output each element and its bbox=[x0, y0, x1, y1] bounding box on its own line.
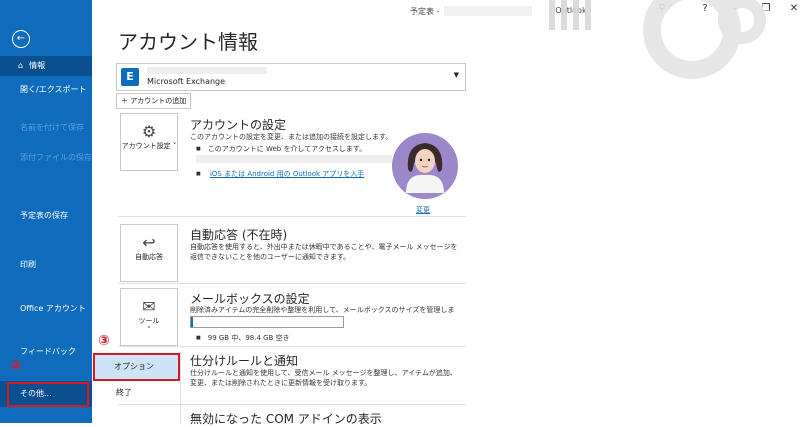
sidebar-item-open-export[interactable]: 開く/エクスポート bbox=[0, 84, 92, 95]
section-divider bbox=[118, 283, 466, 284]
account-selector[interactable]: E Microsoft Exchange ▼ bbox=[116, 63, 466, 91]
background-decoration bbox=[549, 0, 766, 79]
section-divider bbox=[118, 346, 466, 347]
add-account-button[interactable]: ＋ アカウントの追加 bbox=[116, 93, 192, 109]
mailbox-usage-bar bbox=[190, 316, 344, 328]
account-email-redacted bbox=[147, 67, 267, 74]
title-redacted bbox=[444, 6, 532, 16]
rules-title: 仕分けルールと通知 bbox=[190, 354, 299, 368]
account-settings-icon: ⚙ bbox=[141, 122, 157, 141]
auto-reply-icon: ↩ bbox=[142, 233, 156, 252]
chevron-down-icon: ▼ bbox=[453, 71, 459, 79]
sidebar-item-save-as: 名前を付けて保存 bbox=[20, 123, 84, 132]
highlight-options bbox=[93, 353, 180, 381]
sidebar-item-save-calendar[interactable]: 予定表の保存 bbox=[0, 210, 92, 221]
change-photo-link[interactable]: 変更 bbox=[416, 205, 430, 215]
step-3-marker: ③ bbox=[98, 333, 110, 349]
web-url-redacted bbox=[196, 155, 392, 163]
auto-reply-desc: 自動応答を使用すると、外出中または休暇中であることや、電子メール メッセージを返… bbox=[190, 243, 458, 261]
mailbox-usage-fill bbox=[191, 317, 193, 327]
close-icon[interactable]: ✕ bbox=[784, 3, 800, 14]
highlight-more bbox=[7, 382, 89, 407]
back-arrow-icon[interactable]: ← bbox=[12, 30, 30, 48]
section-divider bbox=[118, 404, 466, 405]
account-settings-title: アカウントの設定 bbox=[190, 118, 287, 132]
sidebar-item-save-attachments: 添付ファイルの保存 bbox=[20, 153, 92, 162]
page-title: アカウント情報 bbox=[118, 30, 258, 54]
account-type: Microsoft Exchange bbox=[147, 77, 226, 86]
step-2-marker: ② bbox=[10, 358, 22, 374]
auto-reply-title: 自動応答 (不在時) bbox=[190, 228, 288, 242]
mailbox-tools-icon: ✉ bbox=[142, 297, 156, 316]
exchange-icon: E bbox=[121, 68, 139, 86]
sidebar-item-feedback[interactable]: フィードバック bbox=[0, 346, 92, 357]
window-title: 予定表 - bbox=[410, 7, 440, 16]
auto-reply-button[interactable]: ↩ 自動応答 bbox=[120, 224, 178, 282]
mailbox-usage-text: 99 GB 中、98.4 GB 空き bbox=[196, 333, 290, 343]
com-addins-title: 無効になった COM アドインの表示 bbox=[190, 412, 382, 426]
tools-button[interactable]: ✉ ツール ˅ bbox=[120, 288, 178, 346]
account-settings-button[interactable]: ⚙ アカウント設定 ˅ bbox=[120, 113, 178, 171]
mobile-app-bullet: iOS または Android 用の Outlook アプリを入手 bbox=[196, 169, 364, 179]
rules-desc: 仕分けルールと通知を使用して、受信メール メッセージを整理し、アイテムが追加、変… bbox=[190, 369, 457, 387]
home-icon: ⌂ bbox=[18, 61, 24, 70]
sidebar-item-office-account[interactable]: Office アカウント bbox=[0, 303, 92, 314]
web-access-bullet: このアカウントに Web を介してアクセスします。 bbox=[196, 144, 366, 154]
plus-icon: ＋ bbox=[121, 97, 128, 105]
sidebar-item-info[interactable]: ⌂ 情報 bbox=[0, 56, 92, 76]
mobile-app-link[interactable]: iOS または Android 用の Outlook アプリを入手 bbox=[210, 170, 364, 178]
section-divider bbox=[118, 216, 466, 217]
exit-menu-item[interactable]: 終了 bbox=[92, 387, 180, 398]
profile-avatar bbox=[392, 133, 458, 199]
sidebar-item-print[interactable]: 印刷 bbox=[0, 259, 92, 270]
